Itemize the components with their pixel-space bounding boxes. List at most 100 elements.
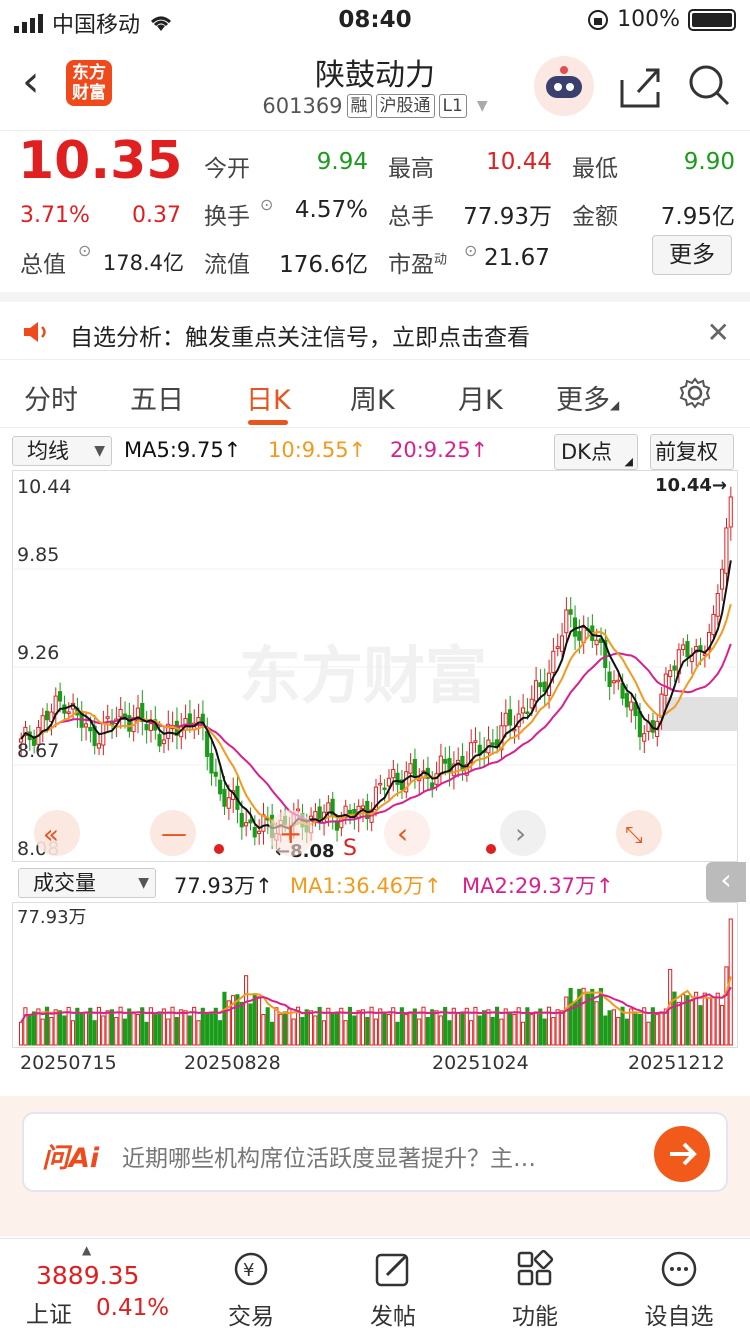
volume-bar-up <box>564 996 569 1046</box>
volume-bar-up <box>114 1016 119 1046</box>
volume-bar-up <box>434 1010 439 1046</box>
volume-bar-up <box>629 1008 634 1046</box>
volume-bar-up <box>581 987 586 1046</box>
candle-down <box>347 809 353 815</box>
post-label: 发帖 <box>370 1304 416 1330</box>
candle-up <box>148 723 153 731</box>
candle-down <box>88 726 93 732</box>
candle-up <box>668 670 673 678</box>
candle-up <box>711 613 716 635</box>
open-label: 今开 <box>204 156 250 182</box>
stock-code: 601369 <box>262 94 343 118</box>
volume-bar-up <box>196 1020 201 1046</box>
candle-up <box>611 680 616 684</box>
price-axis-label: 8.67 <box>17 740 59 762</box>
tab-monthly-k[interactable]: 月K <box>458 378 503 417</box>
pe-label-text: 市盈 <box>388 252 434 278</box>
volume-bar-up <box>663 1008 668 1046</box>
candle-down <box>525 711 530 715</box>
info-icon[interactable]: ⊙ <box>78 241 91 260</box>
volume-bar-down <box>568 988 573 1046</box>
volume-bar-down <box>603 1015 608 1046</box>
candle-down <box>460 755 465 772</box>
arrow-right-icon[interactable] <box>654 1126 710 1182</box>
more-button[interactable]: 更多 <box>652 235 732 275</box>
volume-bar-up <box>53 1009 58 1046</box>
candle-up <box>659 693 664 718</box>
volume-bar-down <box>209 1012 214 1046</box>
volume-bar-up <box>343 1020 348 1046</box>
volume-bar-up <box>702 992 707 1046</box>
volume-bar-down <box>62 1015 67 1046</box>
dk-point-select[interactable]: DK点 ◢ <box>554 434 638 470</box>
volume-bar-up <box>404 1014 409 1046</box>
dk-zone <box>659 697 737 731</box>
ai-question: 近期哪些机构席位活跃度显著提升？主… <box>122 1146 536 1172</box>
chevron-left-icon: ‹ <box>720 863 732 896</box>
adjust-select[interactable]: 前复权 <box>650 434 734 470</box>
tab-more[interactable]: 更多◢ <box>556 378 619 417</box>
turnover-label: 换手 <box>204 204 250 230</box>
trade-tab[interactable]: ¥ 交易 <box>206 1249 296 1331</box>
candle-up <box>226 797 231 809</box>
gear-icon[interactable] <box>678 376 712 410</box>
volume-chart[interactable]: 77.93万 <box>12 902 738 1048</box>
volume-bar-up <box>179 1009 184 1046</box>
candle-up <box>118 709 123 718</box>
candle-down <box>412 758 417 777</box>
collapse-button[interactable]: ‹ <box>706 862 746 902</box>
candle-up <box>438 755 443 775</box>
volume-bar-down <box>300 1017 305 1046</box>
candle-up <box>96 743 102 749</box>
candle-up <box>564 609 569 634</box>
candle-up <box>520 707 526 714</box>
high-value: 10.44 <box>486 149 552 175</box>
candle-up <box>503 712 508 727</box>
indicator-select[interactable]: 均线 ▼ <box>12 436 112 466</box>
function-label: 功能 <box>512 1304 558 1330</box>
watchlist-tab[interactable]: 设自选 <box>634 1249 724 1331</box>
volume-indicator-select[interactable]: 成交量 ▼ <box>18 868 156 898</box>
ai-question-box[interactable]: 问Ai 近期哪些机构席位活跃度显著提升？主… <box>22 1112 728 1192</box>
volume-bar-down <box>88 1007 93 1046</box>
candle-up <box>313 811 318 820</box>
volume-bar-up <box>659 1011 664 1046</box>
share-icon[interactable] <box>618 66 662 114</box>
volume-bar-up <box>23 1007 28 1046</box>
turnover-value: 4.57% <box>294 197 368 223</box>
trade-label: 交易 <box>228 1304 274 1330</box>
volume-bar-down <box>218 1020 223 1046</box>
info-icon[interactable]: ⊙ <box>260 195 273 214</box>
post-tab[interactable]: 发帖 <box>348 1249 438 1331</box>
volume-bar-up <box>261 1014 266 1046</box>
alert-banner[interactable]: 自选分析：触发重点关注信号，立即点击查看 ✕ <box>0 292 750 360</box>
candle-up <box>529 698 534 709</box>
kline-chart[interactable]: 东方财富 10.44 9.85 9.26 8.67 8.08 10.44→ ←8… <box>12 470 738 862</box>
dk-label: DK点 <box>561 440 612 464</box>
volume-bar-down <box>127 1008 132 1046</box>
tab-five-day[interactable]: 五日 <box>130 378 184 417</box>
tab-weekly-k[interactable]: 周K <box>350 378 395 417</box>
info-icon[interactable]: ⊙ <box>464 241 477 260</box>
chevron-left-icon: ‹ <box>397 817 408 850</box>
orientation-lock-icon <box>588 9 609 30</box>
search-icon[interactable] <box>686 62 732 112</box>
price-axis-label: 9.85 <box>17 544 59 566</box>
volume-bar-up <box>486 1009 491 1046</box>
tab-daily-k[interactable]: 日K <box>246 378 291 417</box>
candle-down <box>205 730 210 757</box>
candle-down <box>248 819 253 824</box>
volume-bar-down <box>598 987 603 1046</box>
status-bar: 中国移动 08:40 100% <box>0 0 750 40</box>
tab-intraday[interactable]: 分时 <box>24 378 78 417</box>
close-icon[interactable]: ✕ <box>707 316 730 349</box>
robot-assistant-icon[interactable] <box>534 56 594 116</box>
ma10-label: 10:9.55↑ <box>268 438 367 462</box>
volume-bar-down <box>352 1015 357 1046</box>
grid-icon <box>517 1249 554 1286</box>
volume-bar-down <box>430 1009 435 1046</box>
volume-legend: 成交量 ▼ 77.93万↑ MA1:36.46万↑ MA2:29.37万↑ ‹ <box>0 862 750 902</box>
index-name: 上证 <box>26 1302 72 1328</box>
volume-bar-down <box>92 1020 97 1046</box>
function-tab[interactable]: 功能 <box>490 1249 580 1331</box>
